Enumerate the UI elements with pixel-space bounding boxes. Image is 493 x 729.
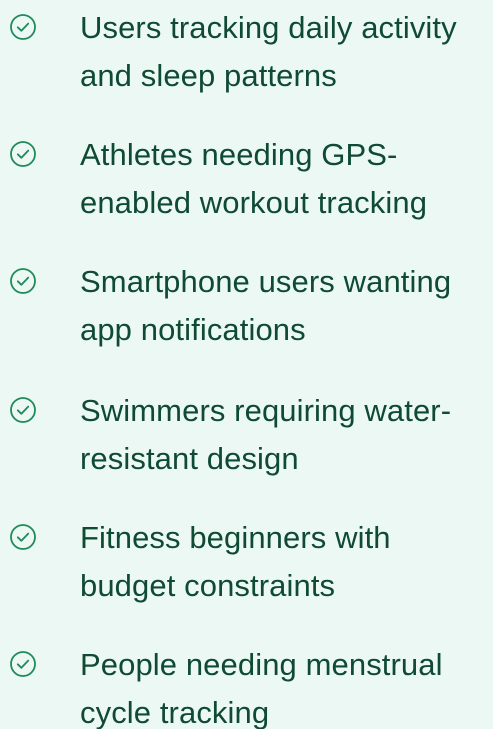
list-item-text: Swimmers requiring water- resistant desi… xyxy=(80,393,452,476)
feature-checklist: Users tracking daily activity and sleep … xyxy=(0,0,493,729)
list-item: Athletes needing GPS- enabled workout tr… xyxy=(0,127,493,239)
list-item: Users tracking daily activity and sleep … xyxy=(0,0,493,112)
check-circle-icon xyxy=(9,140,37,168)
check-circle-icon xyxy=(9,13,37,41)
list-item-text: Smartphone users wanting app notificatio… xyxy=(80,264,452,347)
check-circle-icon xyxy=(9,267,37,295)
list-item: People needing menstrual cycle tracking xyxy=(0,637,493,729)
list-item: Fitness beginners with budget constraint… xyxy=(0,510,493,622)
list-item-text: Users tracking daily activity and sleep … xyxy=(80,10,457,93)
list-item: Swimmers requiring water- resistant desi… xyxy=(0,383,493,495)
list-item-text: Athletes needing GPS- enabled workout tr… xyxy=(80,137,428,220)
list-item-text: People needing menstrual cycle tracking xyxy=(80,647,443,729)
check-circle-icon xyxy=(9,396,37,424)
list-item: Smartphone users wanting app notificatio… xyxy=(0,254,493,366)
list-item-text: Fitness beginners with budget constraint… xyxy=(80,520,391,603)
check-circle-icon xyxy=(9,523,37,551)
check-circle-icon xyxy=(9,650,37,678)
